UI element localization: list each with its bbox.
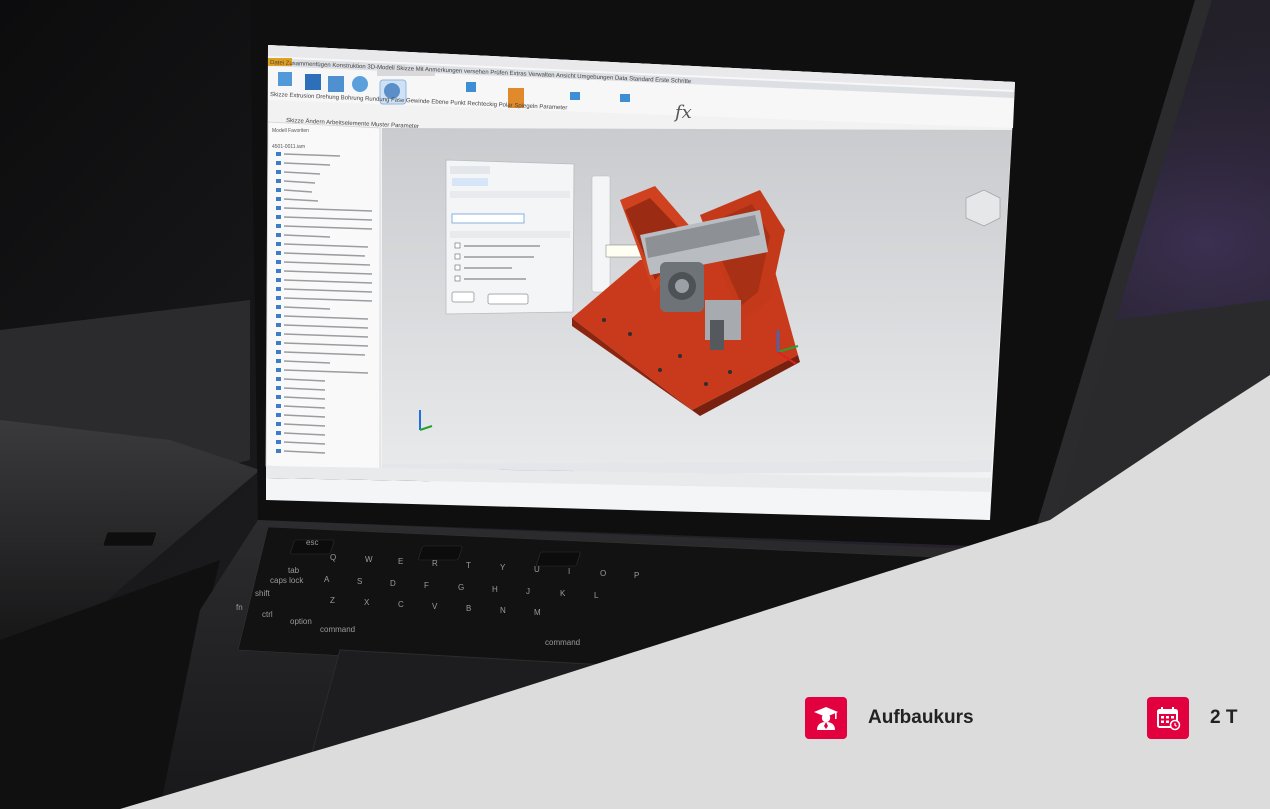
svg-text:Y: Y — [500, 563, 506, 572]
svg-text:F: F — [424, 581, 429, 590]
svg-text:4501-0011.iam: 4501-0011.iam — [272, 144, 305, 150]
svg-text:N: N — [500, 606, 506, 615]
svg-text:X: X — [364, 598, 370, 607]
laptop-photo: esc tab caps lock shift fn ctrl option c… — [0, 0, 1270, 809]
svg-text:fn: fn — [236, 603, 243, 612]
svg-text:option: option — [290, 617, 312, 626]
svg-text:Z: Z — [330, 596, 335, 605]
svg-text:O: O — [600, 569, 606, 578]
duration-badge: 2 T — [1147, 697, 1237, 739]
calendar-icon — [1157, 707, 1181, 731]
svg-text:command: command — [320, 625, 355, 634]
svg-text:V: V — [432, 602, 438, 611]
badge-label-duration: 2 T — [1210, 707, 1238, 728]
key-caps-lock: caps lock — [270, 576, 304, 585]
view-cube — [965, 189, 1001, 227]
cad-screen: fx Datei Zusammenfügen Konstruktion 3D-M… — [265, 45, 1015, 520]
badge-icon-box — [805, 697, 847, 739]
course-type-badge: Aufbaukurs — [805, 697, 974, 739]
svg-text:P: P — [634, 571, 639, 580]
svg-text:H: H — [492, 585, 498, 594]
svg-text:esc: esc — [306, 538, 318, 547]
badge-icon-box — [1147, 697, 1189, 739]
svg-text:R: R — [432, 559, 438, 568]
svg-text:ctrl: ctrl — [262, 610, 273, 619]
badge-label-course-type: Aufbaukurs — [868, 707, 974, 728]
svg-text:L: L — [594, 591, 599, 600]
svg-text:K: K — [560, 589, 566, 598]
svg-text:command: command — [545, 638, 580, 647]
svg-text:W: W — [365, 555, 373, 564]
svg-text:S: S — [357, 577, 362, 586]
svg-text:M: M — [534, 608, 541, 617]
svg-text:E: E — [398, 557, 403, 566]
svg-text:fx: fx — [673, 102, 692, 123]
svg-text:tab: tab — [288, 566, 300, 575]
svg-text:Q: Q — [330, 553, 336, 562]
svg-text:B: B — [466, 604, 471, 613]
svg-text:J: J — [526, 587, 530, 596]
graduate-icon — [814, 707, 838, 730]
fillet-dialog — [445, 159, 575, 315]
svg-text:I: I — [568, 567, 570, 576]
svg-text:A: A — [324, 575, 330, 584]
svg-text:G: G — [458, 583, 464, 592]
svg-text:Modell Favoriten: Modell Favoriten — [272, 128, 309, 134]
svg-text:C: C — [398, 600, 404, 609]
svg-text:U: U — [534, 565, 540, 574]
svg-text:T: T — [466, 561, 471, 570]
svg-text:shift: shift — [255, 589, 270, 598]
svg-text:D: D — [390, 579, 396, 588]
